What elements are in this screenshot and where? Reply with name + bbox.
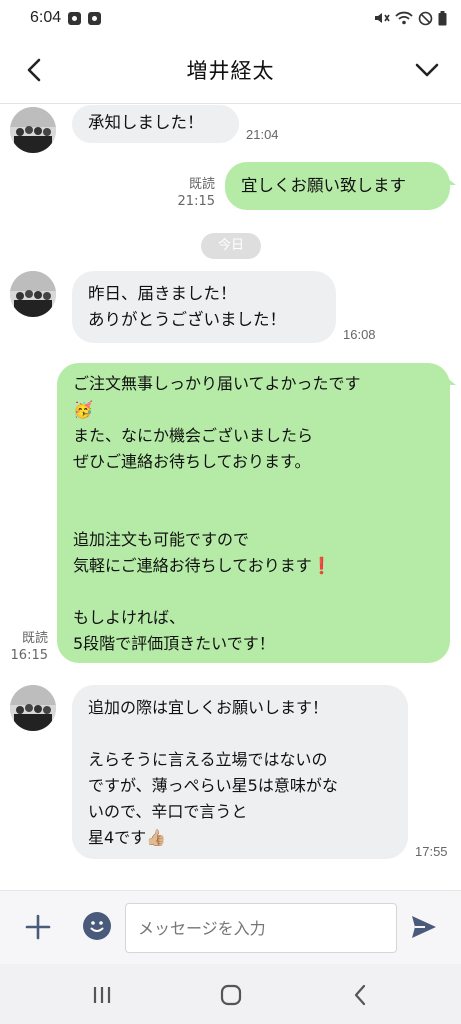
read-label: 既読 [21, 631, 48, 646]
message-bubble[interactable]: ご注文無事しっかり届いてよかったです 🥳 また、なにか機会ございましたら ぜひご… [57, 363, 450, 663]
recent-apps-icon [93, 987, 111, 1003]
read-receipt: 既読 16:15 [10, 630, 48, 664]
send-icon [412, 916, 436, 938]
message-time: 21:04 [246, 127, 279, 142]
group-photo-avatar [10, 685, 56, 731]
back-nav-button[interactable] [345, 980, 375, 1010]
date-separator: 今日 [201, 233, 261, 259]
avatar[interactable] [10, 271, 56, 317]
message-input[interactable] [125, 903, 397, 953]
status-bar: 6:04 [0, 0, 461, 36]
mute-icon [375, 13, 390, 23]
message-bubble[interactable]: 昨日、届きました！ ありがとうございました！ [72, 271, 336, 343]
bubble-tail [446, 177, 456, 185]
plus-icon [25, 914, 51, 940]
message-time: 16:08 [343, 327, 376, 342]
line-notification-icon [68, 11, 82, 25]
message-bubble[interactable]: 宜しくお願い致します [225, 162, 450, 210]
avatar[interactable] [10, 107, 56, 153]
read-label: 既読 [188, 177, 215, 192]
message-time: 17:55 [415, 844, 448, 859]
message-time: 21:15 [177, 194, 215, 209]
message-bubble[interactable]: 承知しました！ [72, 105, 239, 143]
add-attachment-button[interactable] [22, 911, 54, 943]
back-button[interactable] [18, 54, 50, 86]
group-photo-avatar [10, 107, 56, 153]
message-input-bar [0, 890, 461, 964]
read-receipt: 既読 21:15 [175, 176, 215, 210]
home-icon [220, 984, 242, 1006]
bubble-tail [446, 377, 456, 385]
chat-header: 増井経太 [0, 36, 461, 104]
battery-icon [438, 10, 447, 25]
app-notification-icon [88, 11, 102, 25]
recent-apps-button[interactable] [87, 980, 117, 1010]
chevron-left-icon [27, 58, 41, 82]
home-button[interactable] [216, 980, 246, 1010]
emoji-icon [90, 921, 104, 932]
avatar[interactable] [10, 685, 56, 731]
no-disturb-icon [418, 11, 433, 25]
sticker-button[interactable] [83, 912, 111, 940]
back-nav-icon [354, 984, 366, 1006]
wifi-icon [395, 11, 413, 25]
system-nav-bar [0, 964, 461, 1024]
message-bubble[interactable]: 追加の際は宜しくお願いします！ えらそうに言える立場ではないの ですが、薄っぺら… [72, 685, 408, 859]
message-list[interactable]: 承知しました！ 21:04 既読 21:15 宜しくお願い致します 今日 昨日、… [0, 105, 461, 890]
chat-title: 増井経太 [186, 58, 275, 83]
send-button[interactable] [410, 913, 438, 941]
chevron-down-icon [415, 63, 439, 77]
group-photo-avatar [10, 271, 56, 317]
status-time: 6:04 [30, 9, 62, 26]
message-time: 16:15 [10, 648, 48, 663]
menu-button[interactable] [411, 54, 443, 86]
